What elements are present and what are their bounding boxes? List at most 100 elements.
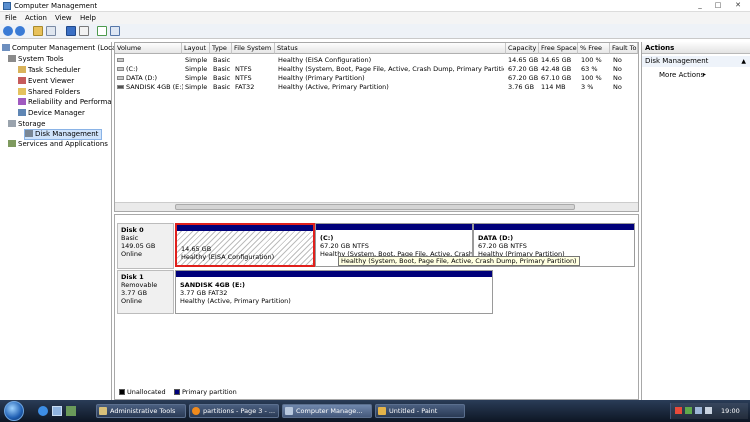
console-tree: Computer Management (Local System Tools … [0,42,118,400]
tray-icon-1[interactable] [675,407,682,414]
tray-icon-2[interactable] [685,407,692,414]
disk-0-p1-size: 14.65 GB [181,245,212,253]
column-capacity[interactable]: Capacity [506,43,539,54]
disk-view: Disk 0 Basic 149.05 GB Online 14.65 GB H… [114,214,639,400]
toolbar [0,24,750,39]
column-volume[interactable]: Volume [115,43,182,54]
volume-list: Volume Layout Type File System Status Ca… [114,42,639,212]
volume-row-0-free: 14.65 GB [541,56,572,64]
column-file-system[interactable]: File System [232,43,275,54]
task-administrative-tools[interactable]: Administrative Tools [96,404,186,418]
disk-1-label[interactable]: Disk 1 Removable 3.77 GB Online [117,270,174,314]
menu-help[interactable]: Help [80,14,96,22]
tree-item-system-tools[interactable]: System Tools [8,55,64,64]
disk-0-type: Basic [121,234,139,242]
properties-icon[interactable] [79,26,89,36]
forward-icon[interactable] [15,26,25,36]
system-tray: 19:00 [670,403,748,419]
volume-row-1-fs: NTFS [235,65,252,73]
back-icon[interactable] [3,26,13,36]
volume-icon[interactable] [705,407,712,414]
clock[interactable]: 19:00 [721,407,740,415]
status-tooltip: Healthy (System, Boot, Page File, Active… [338,256,580,266]
close-button[interactable]: ✕ [732,1,744,10]
volume-row-2-layout: Simple [185,74,208,82]
menu-file[interactable]: File [5,14,17,22]
column-layout[interactable]: Layout [182,43,210,54]
disk-1-size: 3.77 GB [121,289,148,297]
disk-0-p1-status: Healthy (EISA Configuration) [181,253,275,261]
network-icon[interactable] [695,407,702,414]
legend: Unallocated Primary partition [119,388,237,396]
help-icon[interactable] [66,26,76,36]
actions-pane: Actions Disk Management ▲ More Actions ▸ [641,42,750,400]
maximize-button[interactable]: □ [712,1,724,10]
internet-explorer-icon[interactable] [38,406,48,416]
volume-row-1-capacity: 67.20 GB [508,65,539,73]
disk-0-name: Disk 0 [121,226,144,234]
partition-bar [316,224,472,230]
quick-launch-icon[interactable] [66,406,76,416]
window-title: Computer Management [14,2,98,10]
menu-view[interactable]: View [55,14,72,22]
disk-0-p2-name: (C:) [320,234,334,242]
task-partitions-page[interactable]: partitions - Page 3 - ... [189,404,279,418]
column-fault-tolerance[interactable]: Fault To [610,43,638,54]
drive-icon [117,58,124,62]
column-status[interactable]: Status [275,43,506,54]
tree-item-shared-folders[interactable]: Shared Folders [18,88,80,97]
show-desktop-icon[interactable] [52,406,62,416]
volume-row-2-name[interactable]: DATA (D:) [117,74,181,83]
column-free-space[interactable]: Free Space [539,43,578,54]
volume-row-2-free: 67.10 GB [541,74,572,82]
tree-item-reliability[interactable]: Reliability and Performa [18,98,112,107]
volume-row-0-fault: No [613,56,622,64]
collapse-up-icon[interactable]: ▲ [741,56,746,67]
disk-0-p3-size: 67.20 GB NTFS [478,242,527,250]
scrollbar-thumb[interactable] [175,204,575,210]
tree-item-storage[interactable]: Storage [8,120,45,129]
tree-item-computer-management[interactable]: Computer Management (Local [2,44,118,53]
show-hide-tree-icon[interactable] [46,26,56,36]
disk-1-partition-e[interactable]: SANDISK 4GB (E:) 3.77 GB FAT32 Healthy (… [175,270,493,314]
up-folder-icon[interactable] [33,26,43,36]
actions-section-disk-management[interactable]: Disk Management ▲ [642,56,750,67]
volume-row-1-type: Basic [213,65,231,73]
unallocated-swatch [119,389,125,395]
partition-bar [474,224,634,230]
volume-row-3-pct: 3 % [581,83,594,91]
volume-list-scrollbar[interactable] [115,202,638,211]
volume-row-0-layout: Simple [185,56,208,64]
actions-header: Actions [642,42,750,54]
settings-icon[interactable] [110,26,120,36]
tree-item-task-scheduler[interactable]: Task Scheduler [18,66,80,75]
volume-row-2-fs: NTFS [235,74,252,82]
tree-item-disk-management[interactable]: Disk Management [24,129,103,140]
tree-item-event-viewer[interactable]: Event Viewer [18,77,74,86]
disk-0-label[interactable]: Disk 0 Basic 149.05 GB Online [117,223,174,269]
volume-row-2-status: Healthy (Primary Partition) [278,74,365,82]
disk-0-p2-size: 67.20 GB NTFS [320,242,369,250]
minimize-button[interactable]: _ [694,1,706,10]
disk-0-partition-eisa[interactable]: 14.65 GB Healthy (EISA Configuration) [175,223,315,267]
task-computer-management[interactable]: Computer Manage... [282,404,372,418]
volume-row-3-free: 114 MB [541,83,566,91]
computer-icon [2,44,10,51]
tree-item-services[interactable]: Services and Applications [8,140,108,149]
start-button[interactable] [4,401,24,421]
export-list-icon[interactable] [97,26,107,36]
volume-row-3-name[interactable]: SANDISK 4GB (E:) [117,83,183,92]
volume-row-1-name[interactable]: (C:) [117,65,181,74]
menu-action[interactable]: Action [25,14,47,22]
tree-item-device-manager[interactable]: Device Manager [18,109,85,118]
column-type[interactable]: Type [210,43,232,54]
paint-icon [378,407,386,415]
volume-row-0-status: Healthy (EISA Configuration) [278,56,372,64]
volume-row-0-type: Basic [213,56,231,64]
task-paint[interactable]: Untitled - Paint [375,404,465,418]
volume-row-0-name[interactable] [117,56,181,65]
more-actions-link[interactable]: More Actions ▸ [659,71,706,79]
volume-row-1-pct: 63 % [581,65,598,73]
column-percent-free[interactable]: % Free [578,43,610,54]
volume-row-3-type: Basic [213,83,231,91]
